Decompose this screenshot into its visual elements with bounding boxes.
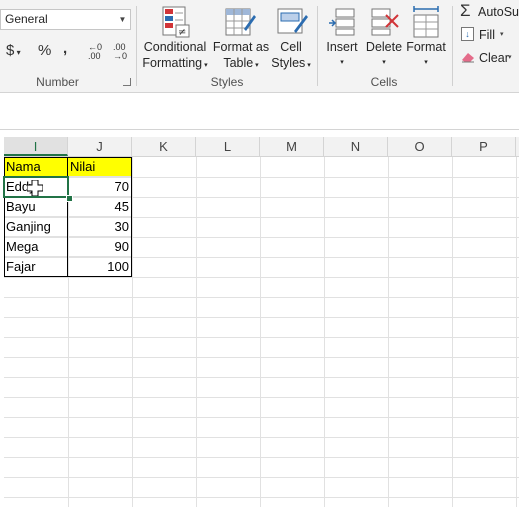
column-header-m[interactable]: M (260, 137, 324, 156)
fill-handle[interactable] (66, 195, 73, 202)
group-separator (136, 6, 137, 86)
column-header-i[interactable]: I (4, 137, 68, 156)
sigma-icon: Σ (460, 1, 471, 20)
cell-styles-label-2: Styles ▾ (271, 56, 311, 70)
conditional-formatting-label-2: Formatting ▾ (142, 56, 208, 70)
value-cell[interactable]: 45 (68, 197, 132, 217)
increase-decimal-icon: ←0 .00 (88, 42, 103, 61)
table-column-divider (67, 157, 68, 277)
column-header-n[interactable]: N (324, 137, 388, 156)
format-cells-button[interactable]: Format ▾ (404, 3, 448, 71)
autosum-label: AutoSu (478, 5, 519, 19)
format-cells-icon (413, 6, 439, 38)
clear-label: Clear (479, 51, 509, 65)
fill-down-icon: ↓ (461, 27, 474, 41)
value-cell[interactable]: 90 (68, 237, 132, 257)
cell-cursor-icon (27, 180, 43, 196)
name-cell[interactable]: Fajar (4, 257, 68, 277)
increase-decimal-button[interactable]: ←0 .00 (88, 43, 108, 61)
name-cell[interactable]: Bayu (4, 197, 68, 217)
column-header-j[interactable]: J (68, 137, 132, 156)
styles-group-label: Styles (210, 75, 244, 89)
cell-styles-icon (277, 8, 308, 34)
header-cell-nilai[interactable]: Nilai (68, 157, 132, 177)
fill-button[interactable]: ↓ Fill ▾ (458, 26, 519, 44)
number-dialog-launcher-icon[interactable] (123, 78, 131, 86)
fill-label: Fill (479, 28, 495, 42)
format-as-table-label-1: Format as (212, 40, 270, 54)
cell-styles-button[interactable]: Cell Styles ▾ (268, 3, 314, 71)
delete-cells-button[interactable]: Delete ▾ (364, 3, 404, 71)
conditional-formatting-icon: ≠ (162, 6, 190, 38)
insert-cells-button[interactable]: Insert ▾ (322, 3, 362, 71)
number-format-value: General (5, 12, 48, 26)
format-as-table-label-2: Table ▾ (223, 56, 259, 70)
header-cell-nama[interactable]: Nama (4, 157, 68, 177)
conditional-formatting-label-1: Conditional (143, 40, 207, 54)
decrease-decimal-icon: .00 →0 (113, 42, 128, 61)
number-group-label: Number (36, 75, 79, 89)
svg-text:≠: ≠ (178, 27, 186, 38)
currency-format-button[interactable]: $ ▾ (6, 42, 21, 59)
percent-style-button[interactable]: % (38, 42, 51, 59)
decrease-decimal-button[interactable]: .00 →0 (113, 43, 133, 61)
delete-cells-icon (371, 8, 399, 36)
column-header-k[interactable]: K (132, 137, 196, 156)
comma-style-button[interactable]: , (63, 40, 67, 57)
column-header-o[interactable]: O (388, 137, 452, 156)
value-cell[interactable]: 30 (68, 217, 132, 237)
delete-label: Delete (365, 40, 403, 54)
format-as-table-icon (225, 8, 256, 36)
conditional-formatting-button[interactable]: ≠ Conditional Formatting ▾ (141, 3, 209, 71)
insert-label: Insert (326, 40, 358, 54)
eraser-icon (462, 53, 474, 63)
chevron-down-icon: ▼ (118, 15, 127, 24)
format-label: Format (406, 40, 446, 54)
formula-bar-area (0, 93, 519, 130)
format-as-table-button[interactable]: Format as Table ▾ (212, 3, 270, 71)
value-cell[interactable]: 70 (68, 177, 132, 197)
number-format-dropdown[interactable]: General ▼ (0, 9, 131, 30)
column-headers: I J K L M N O P (4, 137, 519, 157)
ribbon: General ▼ $ ▾ % , ←0 .00 .00 →0 Number ≠… (0, 0, 519, 93)
name-cell[interactable]: Mega (4, 237, 68, 257)
clear-button[interactable]: Clear ▾ (458, 49, 519, 67)
name-cell[interactable]: Ganjing (4, 217, 68, 237)
chevron-down-icon: ▾ (424, 59, 428, 66)
autosum-button[interactable]: Σ AutoSu (458, 1, 519, 21)
chevron-down-icon: ▾ (382, 59, 386, 66)
cell-styles-label-1: Cell (280, 40, 302, 54)
cells-group-label: Cells (370, 75, 398, 89)
column-header-p[interactable]: P (452, 137, 516, 156)
chevron-down-icon: ▾ (340, 59, 344, 66)
chevron-down-icon: ▾ (500, 31, 504, 38)
group-separator (452, 6, 453, 86)
value-cell[interactable]: 100 (68, 257, 132, 277)
chevron-down-icon: ▾ (508, 54, 512, 61)
group-separator (317, 6, 318, 86)
insert-cells-icon (329, 8, 355, 36)
column-header-l[interactable]: L (196, 137, 260, 156)
